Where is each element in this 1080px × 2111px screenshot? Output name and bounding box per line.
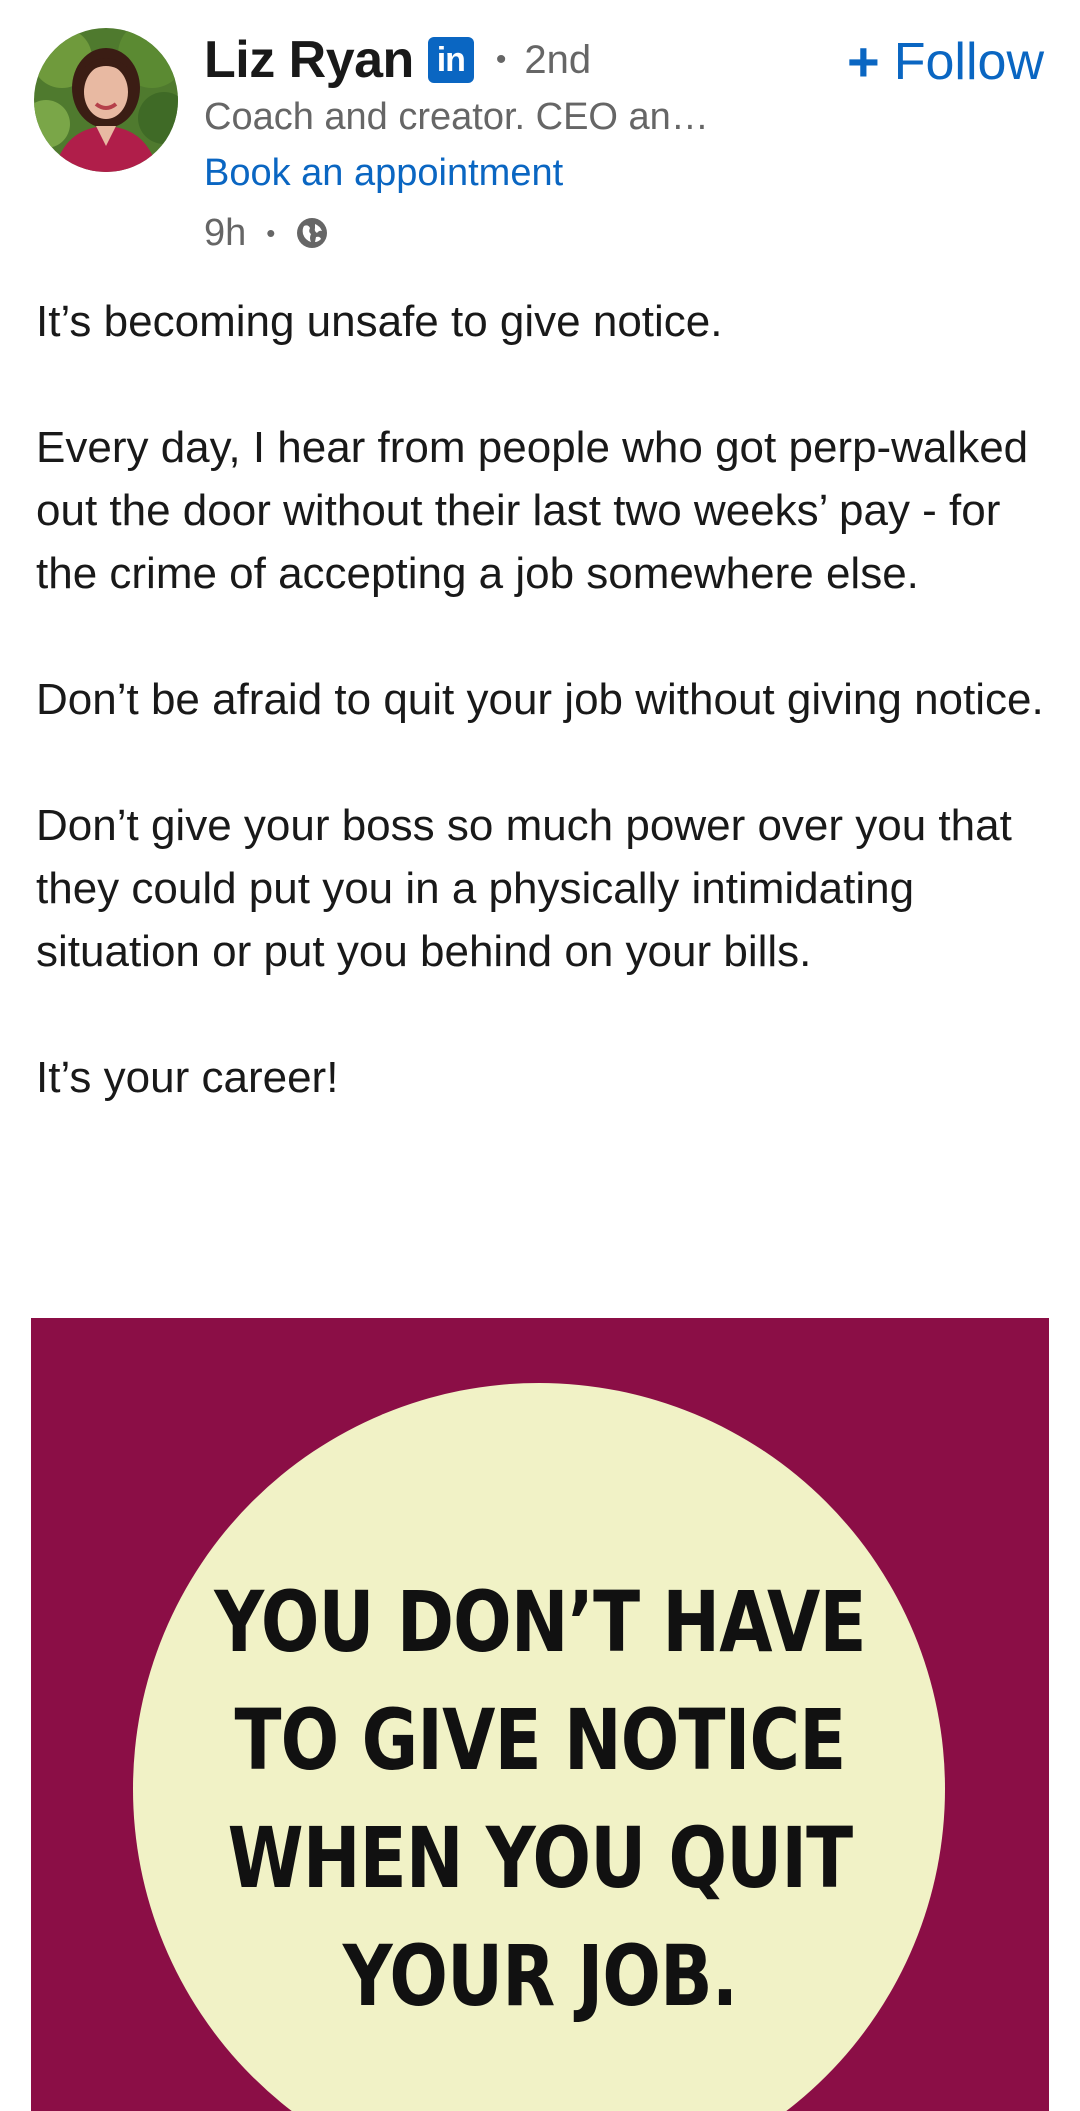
post-header: Liz Ryan in • 2nd + Follow Coach and cre…	[0, 0, 1080, 260]
book-appointment-link[interactable]: Book an appointment	[204, 152, 563, 195]
separator-dot: •	[266, 217, 276, 248]
connection-degree: 2nd	[524, 37, 592, 82]
plus-icon: +	[847, 30, 880, 93]
image-line: YOU DON’T HAVE	[214, 1573, 866, 1671]
author-headline[interactable]: Coach and creator. CEO an…	[204, 96, 709, 139]
post-image[interactable]: YOU DON’T HAVE TO GIVE NOTICE WHEN YOU Q…	[31, 1318, 1049, 2111]
post-time: 9h	[204, 211, 247, 254]
post-text[interactable]: It’s becoming unsafe to give notice. Eve…	[36, 290, 1046, 1109]
image-line: WHEN YOU QUIT	[227, 1809, 853, 1907]
post-paragraph: It’s becoming unsafe to give notice.	[36, 297, 723, 346]
image-line: YOUR JOB.	[342, 1927, 738, 2025]
image-line: TO GIVE NOTICE	[234, 1691, 847, 1789]
linkedin-icon: in	[427, 37, 474, 83]
author-name-row: Liz Ryan in • 2nd	[204, 28, 591, 92]
avatar[interactable]	[34, 28, 178, 172]
image-caption: YOU DON’T HAVE TO GIVE NOTICE WHEN YOU Q…	[123, 1563, 958, 2035]
post-paragraph: Don’t be afraid to quit your job without…	[36, 675, 1044, 724]
author-name[interactable]: Liz Ryan	[204, 30, 414, 90]
post-paragraph: It’s your career!	[36, 1053, 339, 1102]
post-paragraph: Every day, I hear from people who got pe…	[36, 423, 1029, 598]
follow-label: Follow	[893, 33, 1044, 91]
post-paragraph: Don’t give your boss so much power over …	[36, 801, 1012, 976]
follow-button[interactable]: + Follow	[847, 30, 1044, 94]
globe-icon	[295, 216, 329, 250]
separator-dot: •	[495, 43, 507, 76]
post-meta: 9h •	[204, 208, 329, 258]
